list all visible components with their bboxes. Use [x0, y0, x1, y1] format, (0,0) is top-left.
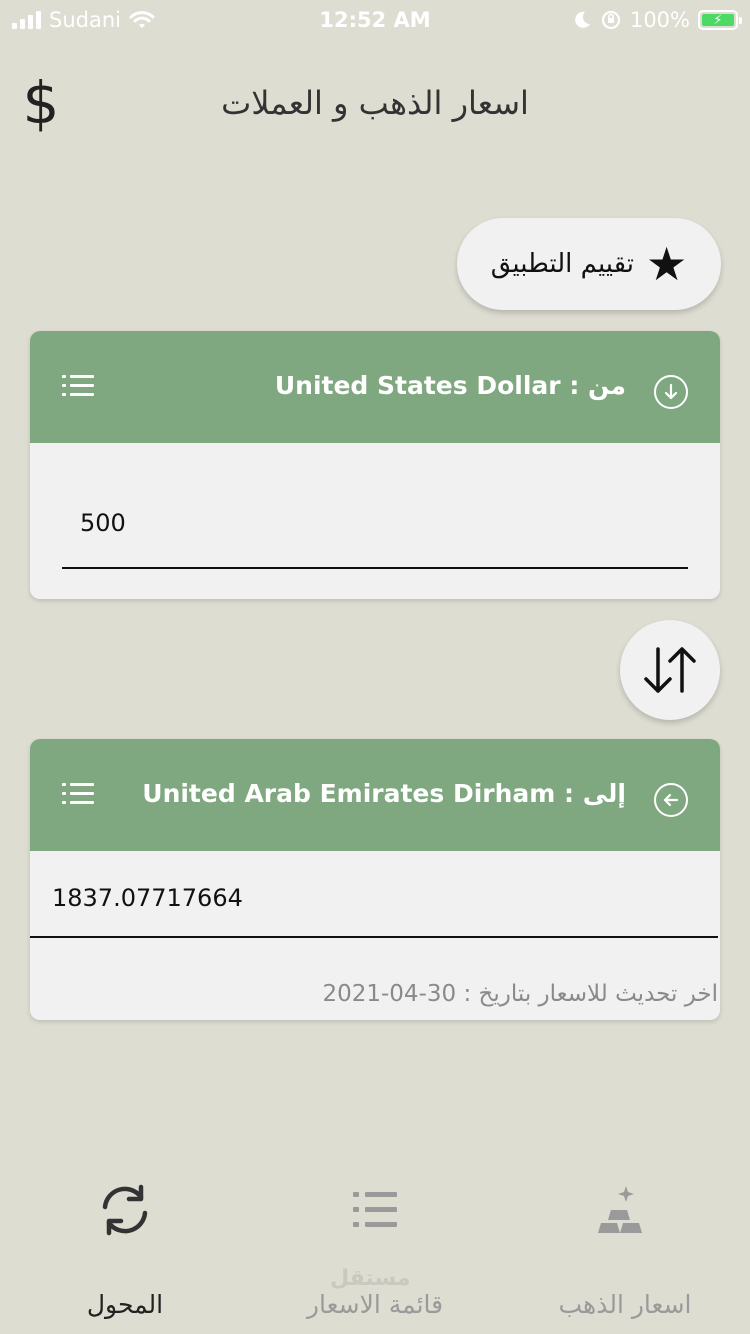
to-currency-header[interactable]: إلى : United Arab Emirates Dirham — [30, 739, 720, 851]
to-currency-label: إلى : United Arab Emirates Dirham — [142, 779, 626, 808]
list-icon[interactable] — [62, 781, 94, 807]
nav-item-price-list[interactable]: قائمة الاسعار — [250, 1150, 500, 1334]
carrier-name: Sudani — [49, 8, 121, 32]
from-currency-header[interactable]: من : United States Dollar — [30, 331, 720, 443]
arrow-down-circle-icon — [654, 375, 688, 409]
app-header: $ اسعار الذهب و العملات — [0, 60, 750, 150]
rate-app-button[interactable]: ★ تقييم التطبيق — [457, 218, 721, 310]
nav-label: قائمة الاسعار — [306, 1290, 444, 1319]
signal-icon — [12, 11, 41, 29]
list-icon[interactable] — [62, 373, 94, 399]
status-bar: Sudani 12:52 AM 100% ⚡ — [0, 0, 750, 40]
watermark: مستقل — [330, 1266, 411, 1291]
battery-percent: 100% — [629, 8, 690, 32]
nav-label: المحول — [86, 1290, 164, 1319]
battery-icon: ⚡ — [698, 10, 742, 30]
from-currency-label: من : United States Dollar — [274, 371, 626, 400]
refresh-icon — [102, 1184, 148, 1236]
arrow-left-circle-icon — [654, 783, 688, 817]
nav-item-converter[interactable]: المحول — [0, 1150, 250, 1334]
result-field[interactable] — [30, 884, 718, 938]
nav-label: اسعار الذهب — [558, 1290, 692, 1319]
from-currency-card: من : United States Dollar — [30, 331, 720, 599]
wifi-icon — [129, 11, 155, 28]
last-update-note: اخر تحديث للاسعار بتاريخ : 30-04-2021 — [322, 981, 718, 1007]
to-currency-card: إلى : United Arab Emirates Dirham اخر تح… — [30, 739, 720, 1020]
moon-icon — [575, 11, 590, 28]
rotation-lock-icon — [601, 10, 621, 30]
nav-item-gold-prices[interactable]: اسعار الذهب — [500, 1150, 750, 1334]
page-title: اسعار الذهب و العملات — [221, 84, 529, 122]
list-icon — [353, 1192, 397, 1227]
bottom-nav: المحول قائمة الاسعار اسعار الذهب — [0, 1150, 750, 1334]
star-icon: ★ — [646, 237, 688, 291]
swap-currencies-button[interactable] — [620, 620, 720, 720]
amount-input[interactable] — [62, 509, 688, 569]
swap-arrows-icon — [644, 647, 696, 693]
gold-bars-icon — [598, 1186, 642, 1233]
rate-app-label: تقييم التطبيق — [490, 249, 635, 279]
